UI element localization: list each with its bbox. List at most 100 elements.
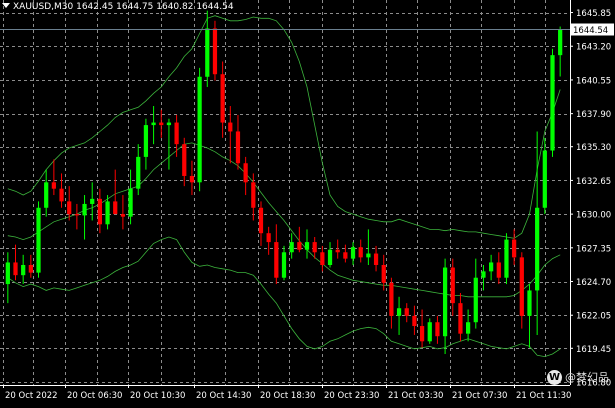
candle-body — [281, 252, 287, 278]
candle-body — [558, 29, 563, 56]
current-price-line: 1644.54 — [0, 23, 614, 36]
candle-body — [51, 182, 56, 189]
candle-body — [527, 290, 532, 316]
candle-body — [412, 315, 417, 327]
candle-body — [174, 122, 179, 145]
grid — [0, 0, 570, 385]
time-tick-label: 21 Oct 03:30 — [388, 391, 443, 401]
time-tick-label: 20 Oct 10:30 — [130, 391, 185, 401]
candle-body — [97, 198, 102, 225]
candle-body — [381, 264, 386, 283]
candle-body — [366, 253, 371, 258]
time-tick-label: 20 Oct 2022 — [5, 391, 58, 401]
dropdown-triangle-icon[interactable] — [2, 3, 10, 8]
candle-body — [182, 144, 187, 176]
candle-body — [258, 207, 264, 234]
time-tick-label: 20 Oct 06:30 — [67, 391, 122, 401]
candle-body — [166, 122, 172, 126]
candle-body — [212, 28, 218, 75]
candle-body — [13, 262, 18, 276]
candle-body — [67, 201, 72, 215]
candle-body — [151, 122, 156, 126]
symbol-timeframe: XAUUSD,M30 — [13, 2, 74, 12]
candle-body — [419, 326, 425, 342]
candle-body — [197, 76, 202, 183]
price-axis: 1645.85 1643.20 1640.55 1637.90 1635.30 1632.… — [570, 0, 611, 389]
price-tick-label: 1643.20 — [576, 43, 611, 53]
candle-body — [343, 252, 348, 259]
ohlc-values: 1642.45 1644.75 1640.82 1644.54 — [76, 2, 234, 12]
price-tick-label: 1630.00 — [576, 211, 611, 221]
price-tick-label: 1632.65 — [576, 177, 611, 187]
candle-body — [373, 253, 379, 265]
candle-body — [220, 74, 225, 123]
candle-body — [5, 262, 10, 285]
candle-body — [105, 201, 110, 225]
candle-body — [496, 262, 501, 278]
band-upper — [7, 15, 561, 239]
candle-body — [36, 207, 41, 273]
candle-body — [458, 303, 463, 334]
candle-body — [28, 264, 33, 273]
candle-body — [120, 214, 126, 217]
candle-body — [550, 55, 555, 151]
candle-body — [90, 198, 95, 204]
candle-body — [312, 242, 317, 253]
time-axis: 20 Oct 2022 20 Oct 06:30 20 Oct 10:30 20 Oc… — [0, 385, 571, 401]
candle-body — [128, 188, 133, 217]
candle-body — [74, 214, 79, 216]
candle-body — [228, 122, 233, 132]
current-price-label: 1644.54 — [573, 26, 608, 36]
chart-canvas[interactable]: 1645.85 1643.20 1640.55 1637.90 1635.30 1632.… — [0, 0, 615, 404]
price-tick-label: 1637.90 — [576, 110, 611, 120]
candle-body — [489, 262, 494, 272]
weibo-logo-icon: W — [547, 369, 562, 385]
candle-body — [143, 125, 149, 157]
candle-body — [243, 163, 248, 183]
candle-body — [396, 308, 402, 316]
candle-body — [335, 249, 340, 253]
candle-body — [404, 308, 409, 316]
candle-body — [481, 271, 486, 278]
candle-body — [350, 247, 356, 259]
candle-body — [327, 249, 333, 265]
candle-body — [320, 252, 325, 265]
price-tick-label: 1627.35 — [576, 244, 611, 254]
candle-body — [450, 267, 455, 304]
price-tick-label: 1640.55 — [576, 76, 611, 86]
candle-body — [504, 239, 509, 278]
chart-header: XAUUSD,M30 1642.45 1644.75 1640.82 1644.… — [2, 0, 234, 14]
candle-body — [189, 175, 195, 183]
candle-body — [136, 156, 141, 189]
candle-body — [159, 122, 164, 126]
candle-body — [389, 282, 394, 316]
candle-body — [304, 242, 310, 250]
candle-body — [113, 201, 118, 215]
candle-body — [289, 242, 294, 253]
time-tick-label: 21 Oct 07:30 — [452, 391, 507, 401]
time-tick-label: 20 Oct 18:30 — [260, 391, 315, 401]
candle-body — [519, 257, 524, 316]
candle-body — [266, 233, 271, 243]
candle-body — [512, 239, 517, 258]
candle-body — [442, 267, 448, 337]
candle-body — [297, 242, 302, 250]
candle-body — [274, 242, 279, 278]
watermark: W @梦幻品 — [547, 369, 609, 385]
candle-body — [44, 182, 49, 208]
time-tick-label: 20 Oct 14:30 — [196, 391, 251, 401]
candle-body — [235, 131, 241, 164]
time-tick-label: 20 Oct 23:30 — [324, 391, 379, 401]
candle-body — [358, 247, 363, 258]
candle-body — [435, 322, 440, 337]
price-tick-label: 1619.45 — [576, 345, 611, 355]
watermark-text: @梦幻品 — [565, 371, 609, 384]
candle-body — [535, 207, 540, 291]
candle-body — [205, 28, 210, 77]
price-chart[interactable]: 1645.85 1643.20 1640.55 1637.90 1635.30 1632.… — [0, 0, 615, 404]
price-tick-label: 1622.05 — [576, 312, 611, 322]
candle-body — [82, 203, 87, 216]
price-tick-label: 1624.70 — [576, 278, 611, 288]
price-tick-label: 1645.85 — [576, 9, 611, 19]
candle-body — [473, 277, 478, 323]
